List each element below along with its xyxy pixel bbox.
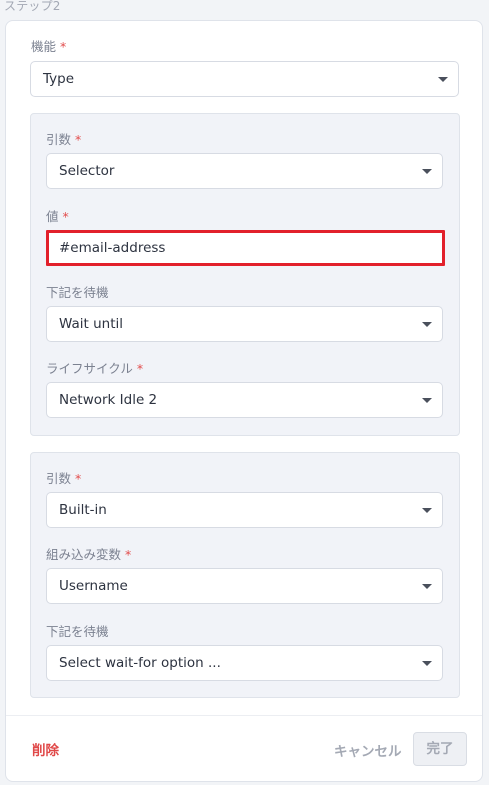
wait-for-value: Wait until: [59, 316, 123, 332]
wait-for-placeholder: Select wait-for option ...: [59, 655, 221, 671]
lifecycle-value: Network Idle 2: [59, 392, 158, 408]
wait-for-label: 下記を待機: [46, 285, 109, 300]
wait-for-select[interactable]: Select wait-for option ...: [46, 645, 443, 681]
cancel-button[interactable]: キャンセル: [334, 740, 402, 760]
caret-down-icon: [422, 398, 432, 403]
function-label: 機能 *: [31, 39, 67, 54]
caret-down-icon: [422, 508, 432, 513]
argument-type-select[interactable]: Built-in: [46, 492, 443, 528]
footer-divider: [6, 715, 482, 716]
function-select-value: Type: [43, 71, 75, 87]
required-mark: *: [60, 39, 67, 54]
argument-type-select[interactable]: Selector: [46, 153, 443, 189]
step-card: 機能 * Type 引数 * Selector 値 * #email-address …: [5, 20, 483, 782]
required-mark: *: [75, 132, 82, 147]
builtin-variable-value: Username: [59, 578, 128, 594]
done-button[interactable]: 完了: [413, 732, 467, 766]
builtin-variable-label: 組み込み変数 *: [46, 547, 132, 562]
wait-for-select[interactable]: Wait until: [46, 306, 443, 342]
caret-down-icon: [422, 584, 432, 589]
wait-for-label: 下記を待機: [46, 624, 109, 639]
argument-group-1: 引数 * Selector 値 * #email-address 下記を待機 Wai…: [30, 113, 460, 436]
argument-label: 引数 *: [46, 471, 82, 486]
caret-down-icon: [438, 77, 448, 82]
caret-down-icon: [422, 322, 432, 327]
lifecycle-select[interactable]: Network Idle 2: [46, 382, 443, 418]
step-label: ステップ2: [4, 0, 61, 13]
required-mark: *: [136, 361, 144, 376]
function-select[interactable]: Type: [30, 61, 459, 97]
argument-type-value: Built-in: [59, 502, 107, 518]
value-label: 値 *: [46, 209, 69, 224]
required-mark: *: [125, 547, 132, 562]
builtin-variable-select[interactable]: Username: [46, 568, 443, 604]
argument-type-value: Selector: [59, 163, 115, 179]
caret-down-icon: [422, 661, 432, 666]
argument-group-2: 引数 * Built-in 組み込み変数 * Username 下記を待機 Sele…: [30, 452, 460, 698]
argument-label: 引数 *: [46, 132, 82, 147]
lifecycle-label: ライフサイクル *: [46, 361, 144, 376]
caret-down-icon: [422, 169, 432, 174]
selector-value-input[interactable]: #email-address: [46, 230, 445, 266]
selector-value-text: #email-address: [59, 240, 166, 256]
delete-button[interactable]: 削除: [32, 739, 59, 759]
required-mark: *: [75, 471, 82, 486]
required-mark: *: [62, 209, 69, 224]
